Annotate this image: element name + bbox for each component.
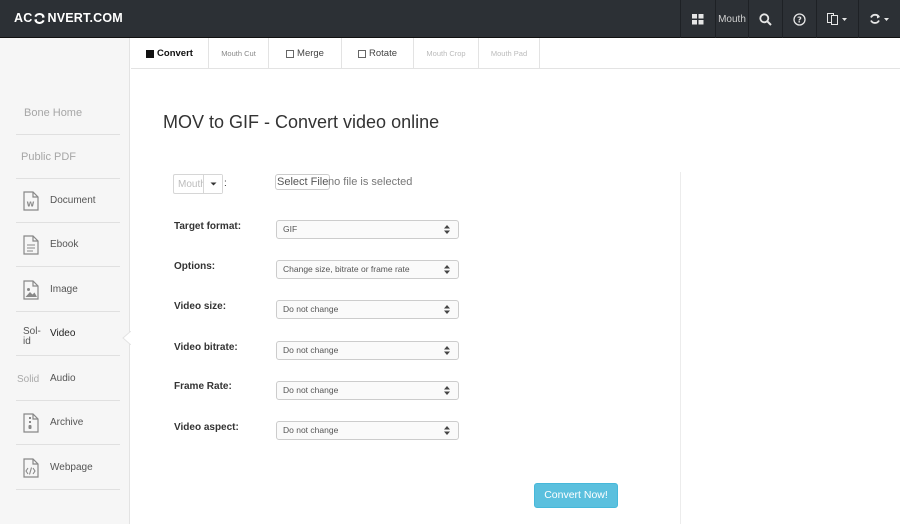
sidebar-item-label: Ebook xyxy=(50,239,79,250)
sidebar-item-label: Audio xyxy=(50,373,76,384)
logo-prefix: AC xyxy=(14,11,33,25)
merge-checkbox-icon xyxy=(286,49,295,58)
language-menu[interactable] xyxy=(816,0,858,38)
sidebar-item-video[interactable]: Sol-id Video xyxy=(16,312,120,356)
options-label: Options: xyxy=(174,261,216,272)
select-value: Do not change xyxy=(283,385,339,395)
sidebar-item-home[interactable]: Bone Home xyxy=(16,91,120,135)
tab-label: Mouth Crop xyxy=(426,49,466,58)
sidebar-item-audio[interactable]: Solid Audio xyxy=(16,357,120,401)
select-value: Change size, bitrate or frame rate xyxy=(283,264,410,274)
sidebar-item-image[interactable]: Image xyxy=(16,268,120,312)
sidebar-item-label: Bone Home xyxy=(24,107,83,119)
search-icon xyxy=(759,12,772,26)
ebook-icon xyxy=(23,235,39,255)
tab-merge[interactable]: Merge xyxy=(269,38,342,69)
select-value: Do not change xyxy=(283,425,339,435)
tab-label: Merge xyxy=(297,48,324,59)
image-icon xyxy=(23,280,39,300)
target-format-label: Target format: xyxy=(174,221,242,232)
select-arrows-icon xyxy=(444,346,450,355)
sidebar-item-pdf[interactable]: Public PDF xyxy=(16,135,120,179)
archive-icon xyxy=(23,413,39,433)
video-bitrate-label: Video bitrate: xyxy=(174,342,238,353)
tab-label: Mouth Pad xyxy=(490,49,528,58)
tab-rotate[interactable]: Rotate xyxy=(342,38,414,69)
video-bitrate-select[interactable]: Do not change xyxy=(276,341,459,360)
tab-pad[interactable]: Mouth Pad xyxy=(479,38,540,69)
select-arrows-icon xyxy=(444,426,450,435)
sidebar-item-webpage[interactable]: Webpage xyxy=(16,446,120,490)
grid-menu-button[interactable] xyxy=(680,0,715,38)
logo-suffix: NVERT.COM xyxy=(47,11,123,25)
frame-rate-select[interactable]: Do not change xyxy=(276,381,459,400)
sidebar-item-label: Image xyxy=(50,284,78,295)
source-dropdown-label: Mouth xyxy=(178,178,206,190)
audio-icon: Solid xyxy=(17,374,40,385)
mouth-menu[interactable]: Mouth xyxy=(715,0,748,38)
help-button[interactable]: ? xyxy=(782,0,816,38)
caret-down-icon xyxy=(210,182,217,186)
convert-checkbox-icon xyxy=(146,49,155,58)
select-value: Do not change xyxy=(283,304,339,314)
sidebar-item-document[interactable]: W Document xyxy=(16,179,120,223)
mouth-label: Mouth xyxy=(718,13,746,25)
top-navbar: AC NVERT.COM Mouth ? xyxy=(0,0,900,38)
search-button[interactable] xyxy=(748,0,782,38)
rotate-checkbox-icon xyxy=(358,49,366,58)
video-size-select[interactable]: Do not change xyxy=(276,300,459,319)
tab-convert[interactable]: Convert xyxy=(131,38,209,69)
video-size-label: Video size: xyxy=(174,301,227,312)
select-arrows-icon xyxy=(444,225,450,234)
select-value: GIF xyxy=(283,224,298,234)
conversion-menu[interactable] xyxy=(858,0,900,38)
sidebar-item-label: Document xyxy=(50,195,96,206)
tool-tabs: Convert Mouth Cut Merge Rotate Mouth Cro… xyxy=(131,38,900,69)
webpage-icon xyxy=(23,458,39,478)
video-aspect-label: Video aspect: xyxy=(174,422,239,433)
active-pointer-icon xyxy=(122,331,131,345)
tab-label: Mouth Cut xyxy=(221,49,256,58)
convert-now-button[interactable]: Convert Now! xyxy=(534,483,618,508)
grid-icon xyxy=(692,13,704,24)
refresh-logo-icon xyxy=(34,12,46,24)
source-dropdown[interactable]: Mouth xyxy=(173,174,223,194)
field-colon: : xyxy=(224,178,227,189)
document-icon: W xyxy=(23,191,39,211)
sidebar-item-label: Public PDF xyxy=(21,151,77,163)
tab-cut[interactable]: Mouth Cut xyxy=(209,38,269,69)
refresh-icon xyxy=(869,13,889,24)
target-format-select[interactable]: GIF xyxy=(276,220,459,239)
help-icon: ? xyxy=(793,12,806,26)
language-icon xyxy=(826,13,847,25)
tab-label: Rotate xyxy=(369,48,397,59)
svg-text:?: ? xyxy=(797,15,802,24)
select-arrows-icon xyxy=(444,305,450,314)
svg-text:W: W xyxy=(27,201,35,209)
sidebar-item-label: Webpage xyxy=(50,462,93,473)
sidebar-item-label: Archive xyxy=(50,417,84,428)
site-logo[interactable]: AC NVERT.COM xyxy=(14,11,123,25)
sidebar-item-archive[interactable]: Archive xyxy=(16,401,120,445)
dropdown-caret[interactable] xyxy=(203,175,222,193)
options-select[interactable]: Change size, bitrate or frame rate xyxy=(276,260,459,279)
select-arrows-icon xyxy=(444,265,450,274)
tab-crop[interactable]: Mouth Crop xyxy=(414,38,479,69)
sidebar-item-ebook[interactable]: Ebook xyxy=(16,223,120,267)
sidebar-item-label: Video xyxy=(50,328,76,339)
select-file-button[interactable]: Select File xyxy=(275,174,331,190)
tab-label: Convert xyxy=(157,48,193,59)
select-arrows-icon xyxy=(444,386,450,395)
file-status: no file is selected xyxy=(328,176,413,188)
select-value: Do not change xyxy=(283,345,339,355)
video-icon: Sol-id xyxy=(23,326,41,347)
column-divider xyxy=(680,172,681,524)
frame-rate-label: Frame Rate: xyxy=(174,381,232,392)
video-aspect-select[interactable]: Do not change xyxy=(276,421,459,440)
page-title: MOV to GIF - Convert video online xyxy=(163,112,440,132)
